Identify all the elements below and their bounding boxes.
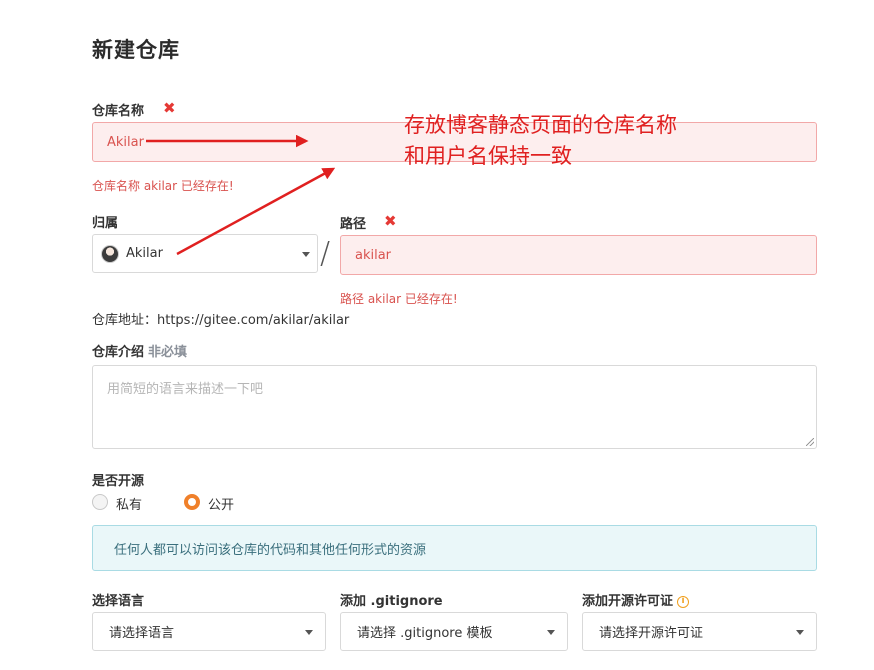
required-x-icon: ✖ <box>384 212 397 230</box>
description-label-text: 仓库介绍 <box>92 345 145 360</box>
radio-private[interactable] <box>92 494 108 510</box>
gitignore-label: 添加 .gitignore <box>340 594 443 609</box>
description-textarea[interactable]: 用简短的语言来描述一下吧 <box>92 365 817 449</box>
optional-tag: 非必填 <box>148 345 188 360</box>
repo-address: 仓库地址：https://gitee.com/akilar/akilar <box>92 313 350 328</box>
info-icon[interactable]: i <box>677 595 690 608</box>
owner-name: Akilar <box>126 246 163 261</box>
description-placeholder: 用简短的语言来描述一下吧 <box>107 382 264 397</box>
visibility-notice: 任何人都可以访问该仓库的代码和其他任何形式的资源 <box>92 525 817 571</box>
annotation-line-1: 存放博客静态页面的仓库名称 <box>404 113 677 137</box>
license-select[interactable]: 请选择开源许可证 <box>582 612 817 651</box>
license-select-value: 请选择开源许可证 <box>599 626 704 641</box>
description-label: 仓库介绍 非必填 <box>92 341 187 360</box>
repo-name-error: 仓库名称 akilar 已经存在! <box>92 179 234 193</box>
repo-name-label: 仓库名称 <box>92 104 145 119</box>
radio-public-label: 公开 <box>208 498 235 513</box>
license-label: 添加开源许可证 i <box>582 590 690 609</box>
caret-down-icon <box>302 252 310 257</box>
path-separator: / <box>320 236 331 271</box>
path-label: 路径 <box>340 217 367 232</box>
path-error: 路径 akilar 已经存在! <box>340 292 458 306</box>
visibility-label: 是否开源 <box>92 474 145 489</box>
visibility-notice-text: 任何人都可以访问该仓库的代码和其他任何形式的资源 <box>114 542 427 558</box>
caret-down-icon <box>305 630 313 635</box>
license-label-text: 添加开源许可证 <box>582 594 674 609</box>
caret-down-icon <box>796 630 804 635</box>
gitignore-select[interactable]: 请选择 .gitignore 模板 <box>340 612 568 651</box>
owner-select[interactable]: Akilar <box>92 234 318 273</box>
page-title: 新建仓库 <box>92 38 180 62</box>
resize-grip-icon[interactable] <box>806 438 814 446</box>
avatar <box>101 244 119 263</box>
owner-label: 归属 <box>92 216 119 231</box>
language-select[interactable]: 请选择语言 <box>92 612 326 651</box>
required-x-icon: ✖ <box>163 99 176 117</box>
language-select-value: 请选择语言 <box>109 626 175 641</box>
radio-public[interactable] <box>184 494 200 510</box>
caret-down-icon <box>547 630 555 635</box>
annotation-line-2: 和用户名保持一致 <box>404 144 572 168</box>
language-label: 选择语言 <box>92 594 145 609</box>
path-input[interactable]: akilar <box>340 235 817 275</box>
gitignore-select-value: 请选择 .gitignore 模板 <box>357 626 493 641</box>
radio-private-label: 私有 <box>116 498 143 513</box>
